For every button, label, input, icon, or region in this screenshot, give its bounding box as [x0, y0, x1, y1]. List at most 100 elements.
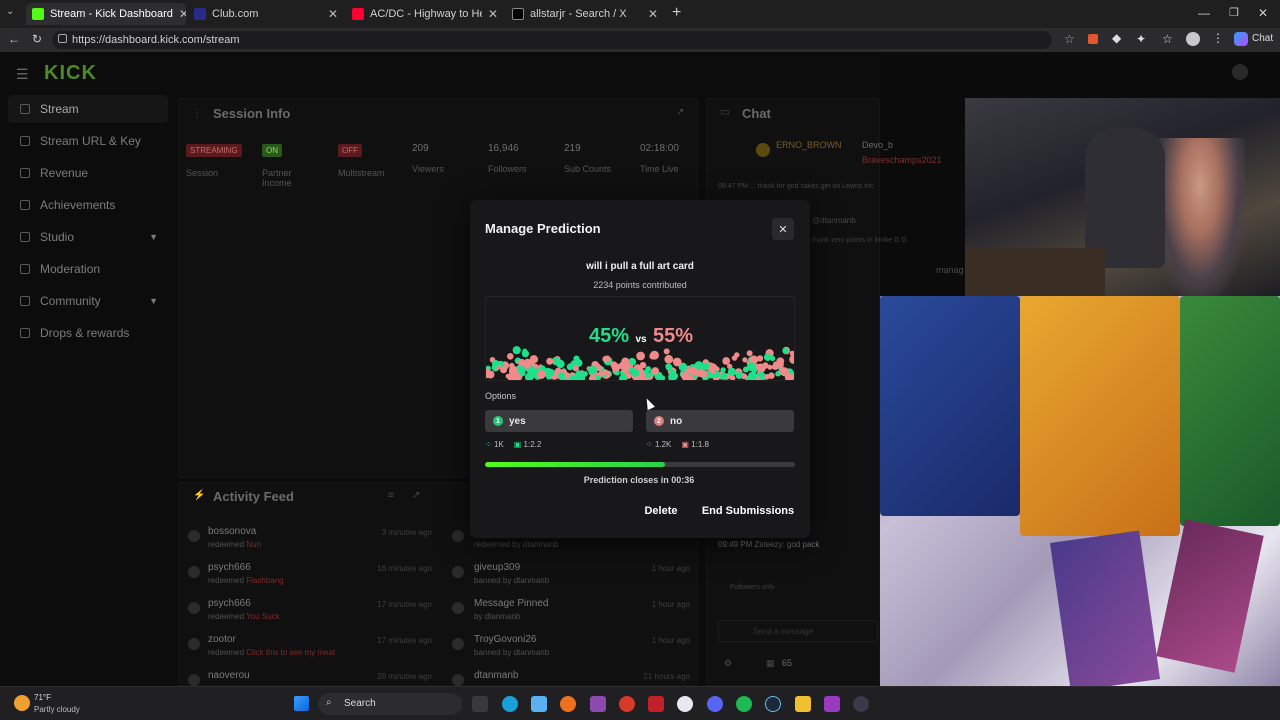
- sub-counts-value: 219: [564, 143, 581, 154]
- sidebar-item-studio[interactable]: Studio ▼: [8, 223, 168, 251]
- close-tab-icon[interactable]: ✕: [328, 7, 338, 21]
- tab-kick-dashboard[interactable]: Stream - Kick Dashboard ✕: [26, 3, 186, 25]
- firefox-icon[interactable]: [560, 696, 576, 712]
- close-tab-icon[interactable]: ✕: [648, 7, 658, 21]
- hamburger-menu-icon[interactable]: ☰: [16, 66, 29, 83]
- end-submissions-button[interactable]: End Submissions: [698, 499, 798, 523]
- url-field[interactable]: https://dashboard.kick.com/stream: [52, 31, 1052, 49]
- extension-diamond-icon[interactable]: ◆: [1112, 31, 1121, 45]
- app-icon[interactable]: [853, 696, 869, 712]
- tab-x-search[interactable]: allstarjr - Search / X ✕: [506, 3, 664, 25]
- activity-row[interactable]: Message Pinned by dtanmanb 1 hour ago: [450, 596, 694, 628]
- app-icon[interactable]: [648, 696, 664, 712]
- versus-label: vs: [635, 334, 647, 345]
- itunes-icon[interactable]: [677, 696, 693, 712]
- spotify-icon[interactable]: [736, 696, 752, 712]
- popout-icon[interactable]: ↗: [412, 490, 420, 501]
- bookmark-star-icon[interactable]: ☆: [1064, 32, 1075, 46]
- sidebar-item-moderation[interactable]: Moderation: [8, 255, 168, 283]
- option-yes[interactable]: 1 yes: [485, 410, 633, 432]
- activity-icon: [188, 674, 200, 686]
- sidebar-item-stream-url-key[interactable]: Stream URL & Key: [8, 127, 168, 155]
- back-icon[interactable]: ←: [8, 32, 20, 46]
- activity-user: psych666: [208, 598, 251, 609]
- extension-icon[interactable]: [1088, 34, 1098, 44]
- filter-icon[interactable]: ≡: [388, 490, 394, 501]
- option-number-badge: 2: [654, 416, 664, 426]
- copilot-chat-label[interactable]: Chat: [1252, 33, 1273, 44]
- activity-reward: Flashbang: [246, 576, 284, 585]
- activity-row[interactable]: giveup309 banned by dtanmanb 1 hour ago: [450, 560, 694, 592]
- app-icon[interactable]: [824, 696, 840, 712]
- activity-row[interactable]: psych666 redeemed You Suck 17 minutes ago: [186, 596, 436, 628]
- settings-icon[interactable]: ⚙: [724, 658, 732, 669]
- task-view-icon[interactable]: [472, 696, 488, 712]
- tab-title: allstarjr - Search / X: [530, 8, 627, 20]
- weather-icon[interactable]: [14, 695, 30, 711]
- gaming-chair: [1085, 128, 1165, 268]
- discord-icon[interactable]: [707, 696, 723, 712]
- prediction-closes-text: Prediction closes in 00:36: [583, 475, 695, 485]
- activity-time: 16 minutes ago: [377, 564, 432, 573]
- more-menu-icon[interactable]: ⋮: [1212, 31, 1224, 45]
- minimize-window-icon[interactable]: —: [1198, 6, 1210, 20]
- contribution-dot: [782, 347, 789, 354]
- steam-icon[interactable]: [765, 696, 781, 712]
- activity-action: redeemed: [208, 540, 245, 549]
- file-explorer-icon[interactable]: [795, 696, 811, 712]
- taskbar-search[interactable]: ⌕ Search: [318, 693, 462, 715]
- kick-logo[interactable]: KICK: [44, 62, 97, 85]
- edge-icon[interactable]: [502, 696, 518, 712]
- activity-reward: Click this to see my meat: [246, 648, 336, 657]
- activity-row[interactable]: TroyGovoni26 banned by dtanmanb 1 hour ago: [450, 632, 694, 664]
- bookmarks-icon[interactable]: ☆: [1162, 32, 1173, 46]
- popout-icon[interactable]: ↗: [676, 107, 684, 118]
- tab-youtube[interactable]: AC/DC - Highway to Hell (Official ✕: [346, 3, 504, 25]
- chat-input[interactable]: Send a message: [718, 620, 878, 642]
- tab-club[interactable]: Club.com ✕: [188, 3, 344, 25]
- extensions-puzzle-icon[interactable]: ✦: [1136, 32, 1146, 46]
- new-tab-icon[interactable]: +: [672, 4, 681, 22]
- weather-temp[interactable]: 71°F: [34, 693, 51, 702]
- app-icon[interactable]: [590, 696, 606, 712]
- start-icon[interactable]: [294, 696, 309, 711]
- close-icon[interactable]: ✕: [772, 218, 794, 240]
- activity-row[interactable]: bossonova redeemed Nun 3 minutes ago: [186, 524, 436, 556]
- close-window-icon[interactable]: ✕: [1258, 6, 1268, 20]
- sidebar-item-community[interactable]: Community ▼: [8, 287, 168, 315]
- studio-icon: [20, 232, 30, 242]
- activity-row[interactable]: zootor redeemed Click this to see my meat…: [186, 632, 436, 664]
- profile-avatar[interactable]: [1186, 32, 1200, 46]
- contribution-dot: [764, 374, 770, 380]
- sidebar-item-drops-rewards[interactable]: Drops & rewards: [8, 319, 168, 347]
- activity-user: bossonova: [208, 526, 257, 537]
- drag-handle-icon[interactable]: ⋮: [192, 108, 202, 119]
- chevron-down-icon: ▼: [149, 232, 158, 242]
- site-info-icon[interactable]: [58, 34, 67, 43]
- reload-icon[interactable]: ↻: [32, 32, 42, 46]
- activity-row[interactable]: psych666 redeemed Flashbang 16 minutes ago: [186, 560, 436, 592]
- option-no[interactable]: 2 no: [646, 410, 794, 432]
- option-number-badge: 1: [493, 416, 503, 426]
- activity-detail: redeemed Nun: [208, 540, 261, 549]
- close-tab-icon[interactable]: ✕: [488, 7, 498, 21]
- user-avatar[interactable]: [1232, 64, 1248, 80]
- close-tab-icon[interactable]: ✕: [179, 7, 186, 21]
- activity-reward: Nun: [246, 540, 261, 549]
- contribution-dot: [651, 367, 659, 375]
- chat-leader-avatar: [756, 143, 770, 157]
- contribution-dot: [730, 375, 736, 380]
- contribution-dot: [492, 360, 500, 368]
- app-icon[interactable]: [531, 696, 547, 712]
- contribution-dot: [779, 367, 789, 377]
- chrome-icon[interactable]: [619, 696, 635, 712]
- sidebar-item-achievements[interactable]: Achievements: [8, 191, 168, 219]
- booster-pack: [1050, 530, 1160, 686]
- copilot-chat-icon[interactable]: [1234, 32, 1248, 46]
- sidebar-item-revenue[interactable]: Revenue: [8, 159, 168, 187]
- tab-list-chevron-icon[interactable]: ⌄: [6, 6, 20, 20]
- sidebar-item-stream[interactable]: Stream: [8, 95, 168, 123]
- restore-window-icon[interactable]: ❐: [1229, 6, 1239, 19]
- weather-desc[interactable]: Partly cloudy: [34, 705, 80, 714]
- delete-button[interactable]: Delete: [636, 499, 686, 523]
